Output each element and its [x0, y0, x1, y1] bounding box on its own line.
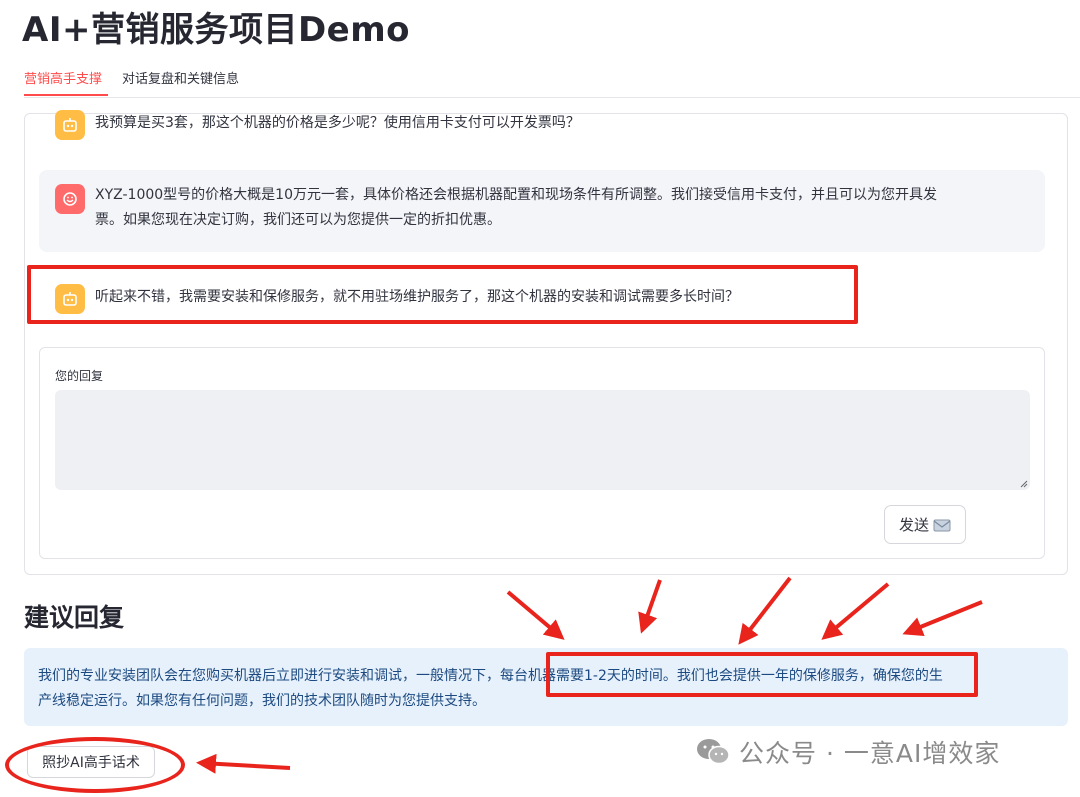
wechat-icon: [697, 739, 730, 765]
annotation-arrow: [902, 600, 983, 637]
annotation-arrow: [506, 590, 565, 640]
annotation-arrow: [738, 576, 792, 645]
annotation-arrow: [196, 753, 291, 774]
watermark-text: 公众号 · 一意AI增效家: [739, 739, 1001, 768]
annotation-arrow: [821, 582, 890, 640]
annotation-arrows: [196, 576, 983, 774]
annotation-circle: [5, 737, 185, 793]
watermark: 公众号 · 一意AI增效家: [695, 734, 1000, 770]
annotation-arrow: [638, 579, 662, 634]
